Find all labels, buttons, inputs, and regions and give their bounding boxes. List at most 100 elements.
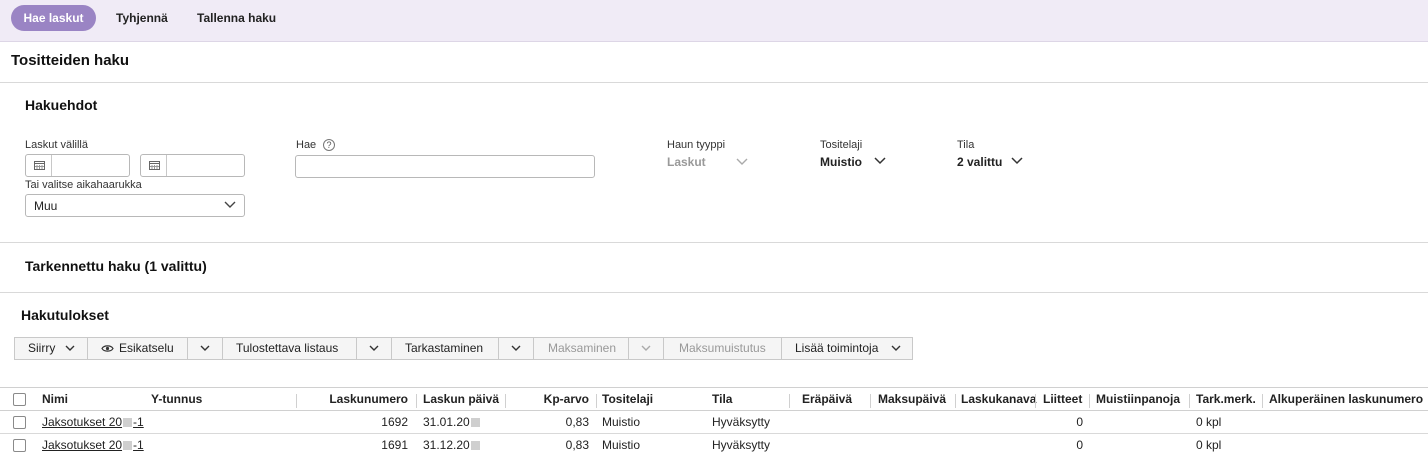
column-separator [870, 394, 871, 408]
payment-button[interactable]: Maksaminen [534, 338, 629, 359]
col-status[interactable]: Tila [712, 392, 732, 406]
preview-button[interactable]: Esikatselu [88, 338, 188, 359]
row-name-link[interactable]: Jaksotukset 20 -1 [42, 415, 144, 429]
calendar-icon[interactable] [141, 155, 167, 176]
doc-type-value[interactable]: Muistio [820, 155, 862, 169]
save-search-button[interactable]: Tallenna haku [197, 5, 276, 31]
column-separator [1089, 394, 1090, 408]
row-attachments: 0 [1076, 415, 1083, 429]
select-all-checkbox[interactable] [13, 393, 26, 406]
help-icon[interactable]: ? [323, 139, 335, 151]
calendar-icon[interactable] [26, 155, 52, 176]
search-invoices-button[interactable]: Hae laskut [11, 5, 96, 31]
col-ytunnus[interactable]: Y-tunnus [151, 392, 202, 406]
col-attachments[interactable]: Liitteet [1043, 392, 1082, 406]
chevron-down-icon [511, 345, 521, 351]
row-checkbox[interactable] [13, 439, 26, 452]
column-separator [1189, 394, 1190, 408]
payment-dropdown[interactable] [629, 338, 664, 359]
col-notes[interactable]: Muistiinpanoja [1096, 392, 1180, 406]
move-label: Siirry [28, 341, 56, 355]
col-invoice-channel[interactable]: Laskukanava [961, 392, 1036, 406]
column-separator [789, 394, 790, 408]
row-name-link[interactable]: Jaksotukset 20 -1 [42, 438, 144, 452]
status-label: Tila [957, 139, 975, 151]
search-input[interactable] [295, 155, 595, 178]
print-list-button[interactable]: Tulostettava listaus [223, 338, 357, 359]
row-kp-value: 0,83 [565, 415, 589, 429]
row-date-start: 31.01.20 [423, 415, 470, 429]
date-start-field[interactable] [25, 154, 130, 177]
page-title: Tositteiden haku [11, 52, 130, 69]
chevron-down-icon [224, 201, 236, 208]
table-row[interactable]: Jaksotukset 20 -1 1692 31.01.20 0,83 Muis… [0, 411, 1428, 434]
search-label: Hae [296, 139, 317, 151]
row-kp-value: 0,83 [565, 438, 589, 452]
column-separator [296, 394, 297, 408]
row-name-end: -1 [133, 438, 144, 452]
period-select[interactable]: Muu [25, 194, 245, 217]
col-doc-type[interactable]: Tositelaji [602, 392, 653, 406]
top-action-bar: Hae laskut Tyhjennä Tallenna haku [0, 0, 1428, 42]
chevron-down-icon[interactable] [736, 158, 748, 166]
doc-type-label: Tositelaji [820, 139, 863, 151]
review-dropdown[interactable] [499, 338, 534, 359]
column-separator [505, 394, 506, 408]
clear-button[interactable]: Tyhjennä [116, 5, 168, 31]
row-status: Hyväksytty [712, 415, 771, 429]
col-payment-date[interactable]: Maksupäivä [878, 392, 946, 406]
chevron-down-icon [891, 345, 901, 351]
col-due-date[interactable]: Eräpäivä [802, 392, 852, 406]
eye-icon [101, 345, 114, 352]
row-invoice-number: 1691 [381, 438, 408, 452]
row-invoice-date: 31.12.20 [423, 438, 480, 452]
row-name-start: Jaksotukset 20 [42, 415, 123, 429]
row-name-end: -1 [133, 415, 144, 429]
col-invoice-date[interactable]: Laskun päivä [423, 392, 499, 406]
chevron-down-icon [641, 345, 651, 351]
column-separator [416, 394, 417, 408]
more-actions-label: Lisää toimintoja [795, 341, 879, 355]
row-check-mark: 0 kpl [1196, 415, 1222, 429]
redacted-mark [470, 418, 480, 427]
print-list-dropdown[interactable] [357, 338, 392, 359]
reminder-button[interactable]: Maksumuistutus [664, 338, 782, 359]
chevron-down-icon[interactable] [874, 157, 886, 165]
col-invoice-number[interactable]: Laskunumero [300, 392, 408, 406]
divider [0, 292, 1428, 293]
status-value[interactable]: 2 valittu [957, 155, 1002, 169]
search-type-value[interactable]: Laskut [667, 155, 706, 169]
payment-label: Maksaminen [548, 341, 617, 355]
column-separator [596, 394, 597, 408]
row-check-mark: 0 kpl [1196, 438, 1222, 452]
advanced-search-toggle[interactable]: Tarkennettu haku (1 valittu) [25, 258, 207, 274]
row-checkbox[interactable] [13, 416, 26, 429]
column-separator [1035, 394, 1036, 408]
reminder-label: Maksumuistutus [679, 341, 766, 355]
preview-dropdown[interactable] [188, 338, 223, 359]
date-end-field[interactable] [140, 154, 245, 177]
col-name[interactable]: Nimi [42, 392, 68, 406]
more-actions-button[interactable]: Lisää toimintoja [782, 338, 913, 359]
redacted-mark [123, 418, 133, 427]
row-name-start: Jaksotukset 20 [42, 438, 123, 452]
row-doc-type: Muistio [602, 415, 641, 429]
chevron-down-icon [65, 345, 75, 351]
period-value: Muu [34, 199, 58, 213]
redacted-mark [123, 441, 133, 450]
row-date-start: 31.12.20 [423, 438, 470, 452]
review-button[interactable]: Tarkastaminen [392, 338, 499, 359]
column-separator [955, 394, 956, 408]
results-toolbar: Siirry Esikatselu Tulostettava listaus T… [14, 337, 913, 360]
move-button[interactable]: Siirry [15, 338, 88, 359]
col-kp-value[interactable]: Kp-arvo [510, 392, 589, 406]
chevron-down-icon[interactable] [1011, 157, 1023, 165]
row-status: Hyväksytty [712, 438, 771, 452]
table-row[interactable]: Jaksotukset 20 -1 1691 31.12.20 0,83 Muis… [0, 434, 1428, 456]
redacted-mark [470, 441, 480, 450]
col-original-invoice-number[interactable]: Alkuperäinen laskunumero [1269, 392, 1423, 406]
row-invoice-date: 31.01.20 [423, 415, 480, 429]
col-check-mark[interactable]: Tark.merk. [1196, 392, 1256, 406]
row-doc-type: Muistio [602, 438, 641, 452]
print-list-label: Tulostettava listaus [236, 341, 339, 355]
